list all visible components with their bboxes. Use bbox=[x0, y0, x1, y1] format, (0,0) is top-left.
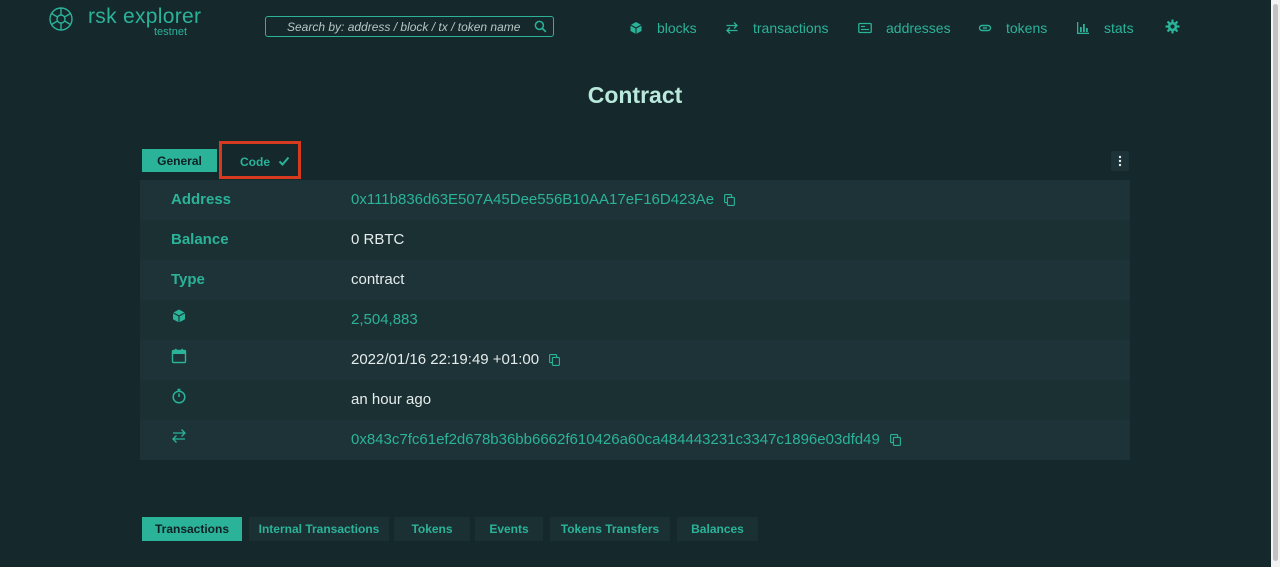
vertical-scrollbar[interactable] bbox=[1271, 0, 1280, 567]
age-value-wrap: an hour ago bbox=[351, 391, 431, 408]
date-value: 2022/01/16 22:19:49 +01:00 bbox=[351, 351, 540, 368]
balance-value-wrap: 0 RBTC bbox=[351, 231, 404, 248]
page-title: Contract bbox=[587, 82, 683, 108]
cube-icon bbox=[630, 22, 642, 34]
copy-icon[interactable] bbox=[724, 193, 736, 206]
tab-general[interactable]: General bbox=[142, 149, 217, 172]
check-icon bbox=[278, 156, 290, 166]
block-value-wrap: 2,504,883 bbox=[351, 311, 418, 328]
tab-internal-transactions[interactable]: Internal Transactions bbox=[249, 517, 389, 541]
swap-arrows-icon bbox=[726, 22, 738, 34]
cube-icon bbox=[172, 309, 186, 323]
row-creation-tx: 0x843c7fc61ef2d678b36bb6662f610426a60ca4… bbox=[140, 420, 1130, 460]
row-address: Address 0x111b836d63E507A45Dee556B10AA17… bbox=[140, 180, 1130, 220]
tab-events[interactable]: Events bbox=[475, 517, 543, 541]
nav-addresses-label: addresses bbox=[886, 20, 951, 36]
top-header: rsk explorer testnet Search by: address … bbox=[0, 0, 1280, 56]
copy-icon[interactable] bbox=[889, 433, 901, 446]
nav-transactions-label: transactions bbox=[753, 20, 829, 36]
nav-tokens-label: tokens bbox=[1006, 20, 1048, 36]
logo-network: testnet bbox=[154, 26, 188, 38]
stopwatch-icon bbox=[172, 388, 186, 404]
nav-tokens[interactable]: tokens bbox=[978, 18, 1047, 38]
vertical-dots-icon bbox=[1118, 155, 1122, 167]
nav-blocks-label: blocks bbox=[657, 20, 697, 36]
type-value: contract bbox=[351, 271, 405, 288]
rsk-logo[interactable]: rsk explorer testnet bbox=[48, 5, 208, 39]
swap-arrows-icon bbox=[172, 429, 186, 443]
nav-addresses[interactable]: addresses bbox=[858, 18, 951, 38]
address-card-icon bbox=[858, 22, 872, 34]
balance-value: 0 RBTC bbox=[351, 231, 405, 248]
contract-details: Address 0x111b836d63E507A45Dee556B10AA17… bbox=[140, 180, 1130, 461]
token-icon bbox=[978, 24, 992, 32]
type-value-wrap: contract bbox=[351, 271, 404, 288]
scrollbar-thumb[interactable] bbox=[1273, 4, 1278, 561]
age-value: an hour ago bbox=[351, 391, 432, 408]
tab-tokens-transfers[interactable]: Tokens Transfers bbox=[550, 517, 670, 541]
nav-transactions[interactable]: transactions bbox=[725, 18, 828, 38]
balance-label: Balance bbox=[171, 231, 229, 248]
tab-tokens[interactable]: Tokens bbox=[394, 517, 470, 541]
date-value-wrap: 2022/01/16 22:19:49 +01:00 bbox=[351, 351, 561, 368]
tab-code[interactable]: Code bbox=[219, 141, 301, 179]
block-number-link[interactable]: 2,504,883 bbox=[351, 311, 418, 328]
search-placeholder: Search by: address / block / tx / token … bbox=[287, 20, 521, 34]
row-type: Type contract bbox=[140, 260, 1130, 300]
address-value-wrap: 0x111b836d63E507A45Dee556B10AA17eF16D423… bbox=[351, 191, 736, 208]
type-label: Type bbox=[171, 271, 205, 288]
address-label: Address bbox=[171, 191, 232, 208]
gear-icon[interactable] bbox=[1165, 19, 1180, 34]
row-balance: Balance 0 RBTC bbox=[140, 220, 1130, 260]
tab-balances[interactable]: Balances bbox=[677, 517, 758, 541]
more-options-button[interactable] bbox=[1111, 151, 1129, 171]
nav-blocks[interactable]: blocks bbox=[629, 18, 697, 38]
nav-stats[interactable]: stats bbox=[1076, 18, 1134, 38]
row-age: an hour ago bbox=[140, 380, 1130, 420]
creation-tx-link[interactable]: 0x843c7fc61ef2d678b36bb6662f610426a60ca4… bbox=[351, 431, 880, 448]
tab-code-label: Code bbox=[240, 155, 270, 169]
calendar-icon bbox=[171, 348, 187, 364]
bar-chart-icon bbox=[1077, 22, 1089, 34]
row-block: 2,504,883 bbox=[140, 300, 1130, 340]
copy-icon[interactable] bbox=[549, 353, 561, 366]
nav-stats-label: stats bbox=[1104, 20, 1134, 36]
tx-value-wrap: 0x843c7fc61ef2d678b36bb6662f610426a60ca4… bbox=[351, 431, 901, 448]
address-link[interactable]: 0x111b836d63E507A45Dee556B10AA17eF16D423… bbox=[351, 191, 714, 208]
search-input[interactable]: Search by: address / block / tx / token … bbox=[265, 16, 554, 37]
search-icon[interactable] bbox=[534, 20, 547, 33]
rsk-logo-icon bbox=[49, 7, 73, 31]
tab-transactions[interactable]: Transactions bbox=[142, 517, 242, 541]
row-date: 2022/01/16 22:19:49 +01:00 bbox=[140, 340, 1130, 380]
